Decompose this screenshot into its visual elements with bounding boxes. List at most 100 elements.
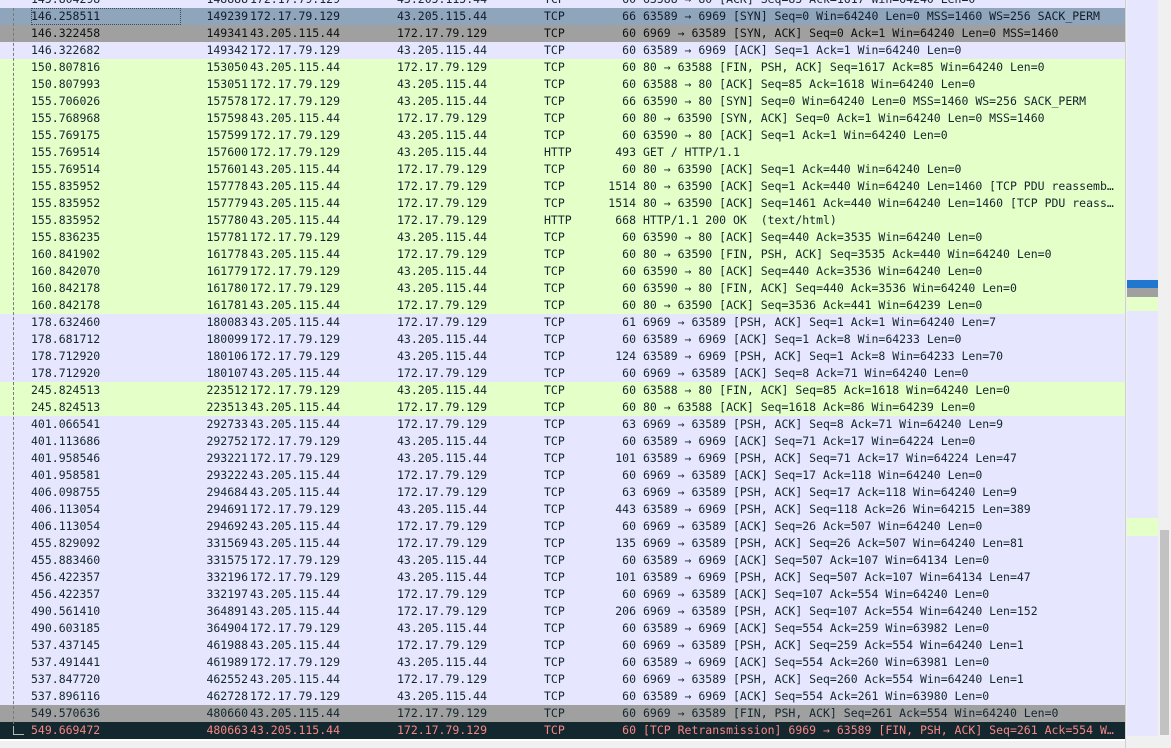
packet-row[interactable]: 155.835952 157778 43.205.115.44 172.17.79.1… [0, 178, 1125, 195]
packet-source: 43.205.115.44 [250, 485, 341, 499]
packet-row[interactable]: 160.842178 161781 43.205.115.44 172.17.79.1… [0, 297, 1125, 314]
packet-row[interactable]: 406.098755 294684 43.205.115.44 172.17.79.1… [0, 484, 1125, 501]
packet-row[interactable]: 155.706026 157578 172.17.79.129 43.205.115.… [0, 93, 1125, 110]
packet-row[interactable]: 401.958581 293222 43.205.115.44 172.17.79.1… [0, 467, 1125, 484]
packet-protocol: TCP [544, 570, 565, 584]
packet-source: 43.205.115.44 [250, 366, 341, 380]
packet-length: 60 [622, 298, 636, 312]
packet-row[interactable]: 178.681712 180099 172.17.79.129 43.205.115.… [0, 331, 1125, 348]
packet-row[interactable]: 160.841902 161778 43.205.115.44 172.17.79.1… [0, 246, 1125, 263]
packet-row[interactable]: 155.836235 157781 172.17.79.129 43.205.115.… [0, 229, 1125, 246]
packet-protocol: TCP [544, 689, 565, 703]
packet-row[interactable]: 455.883460 331575 172.17.79.129 43.205.115.… [0, 552, 1125, 569]
scrollbar-thumb[interactable] [1160, 530, 1169, 735]
packet-number: 180107 [206, 366, 248, 380]
packet-row[interactable]: 160.842178 161780 172.17.79.129 43.205.115.… [0, 280, 1125, 297]
packet-row[interactable]: 537.437145 461988 43.205.115.44 172.17.79.1… [0, 637, 1125, 654]
packet-row[interactable]: 245.824513 223512 172.17.79.129 43.205.115.… [0, 382, 1125, 399]
packet-row-selected[interactable]: 146.258511 149239 172.17.79.129 43.205.115.… [0, 8, 1125, 25]
packet-length: 60 [598, 0, 636, 8]
packet-row[interactable]: 490.603185 364904 172.17.79.129 43.205.115.… [0, 620, 1125, 637]
packet-number: 293221 [206, 451, 248, 465]
packet-row[interactable]: 155.835952 157780 43.205.115.44 172.17.79.1… [0, 212, 1125, 229]
packet-destination: 172.17.79.129 [397, 400, 488, 414]
packet-row[interactable]: 146.322682 149342 172.17.79.129 43.205.115.… [0, 42, 1125, 59]
packet-length: 60 [622, 519, 636, 533]
packet-info: 6969 → 63589 [PSH, ACK] Seq=1 Ack=1 Win=… [643, 315, 997, 329]
packet-row[interactable]: 401.066541 292733 43.205.115.44 172.17.79.1… [0, 416, 1125, 433]
packet-row[interactable]: 490.561410 364891 43.205.115.44 172.17.79.1… [0, 603, 1125, 620]
packet-info: 6969 → 63589 [PSH, ACK] Seq=17 Ack=118 W… [643, 485, 1017, 499]
packet-number: 461989 [206, 655, 248, 669]
packet-row[interactable]: 401.113686 292752 172.17.79.129 43.205.115.… [0, 433, 1125, 450]
packet-row[interactable]: 456.422357 332197 43.205.115.44 172.17.79.1… [0, 586, 1125, 603]
horizontal-scrollbar[interactable] [0, 741, 1125, 748]
packet-info: 80 → 63590 [ACK] Seq=1 Ack=440 Win=64240… [643, 162, 962, 176]
packet-time: 490.603185 [31, 621, 101, 635]
packet-protocol: HTTP [544, 145, 572, 159]
packet-row[interactable]: 178.712920 180106 172.17.79.129 43.205.115.… [0, 348, 1125, 365]
packet-row[interactable]: 406.113054 294692 43.205.115.44 172.17.79.1… [0, 518, 1125, 535]
minimap-segment [1127, 536, 1158, 736]
packet-number: 157578 [206, 94, 248, 108]
packet-row[interactable]: 245.824513 223513 43.205.115.44 172.17.79.1… [0, 399, 1125, 416]
packet-row[interactable]: 455.829092 331569 43.205.115.44 172.17.79.1… [0, 535, 1125, 552]
packet-time: 549.669472 [31, 723, 101, 737]
minimap-segment [1127, 280, 1158, 288]
packet-source: 172.17.79.129 [250, 451, 341, 465]
packet-length: 60 [622, 60, 636, 74]
packet-destination: 172.17.79.129 [397, 519, 488, 533]
packet-time: 150.807816 [31, 60, 101, 74]
packet-source: 43.205.115.44 [250, 400, 341, 414]
packet-row[interactable]: 155.768968 157598 43.205.115.44 172.17.79.1… [0, 110, 1125, 127]
packet-time: 155.769175 [31, 128, 101, 142]
packet-info: 63589 → 6969 [ACK] Seq=554 Ack=260 Win=6… [643, 655, 990, 669]
packet-number: 223512 [206, 383, 248, 397]
packet-row[interactable]: 155.769514 157600 172.17.79.129 43.205.115.… [0, 144, 1125, 161]
packet-row[interactable]: 178.712920 180107 43.205.115.44 172.17.79.1… [0, 365, 1125, 382]
packet-time: 178.632460 [31, 315, 101, 329]
packet-info: 63590 → 80 [SYN] Seq=0 Win=64240 Len=0 M… [643, 94, 1087, 108]
packet-number: 157778 [206, 179, 248, 193]
packet-source: 172.17.79.129 [250, 77, 341, 91]
packet-destination: 172.17.79.129 [397, 485, 488, 499]
packet-row[interactable]: 160.842070 161779 172.17.79.129 43.205.115.… [0, 263, 1125, 280]
packet-row[interactable]: 155.769514 157601 43.205.115.44 172.17.79.1… [0, 161, 1125, 178]
packet-info: 63590 → 80 [ACK] Seq=440 Ack=3535 Win=64… [643, 230, 983, 244]
packet-row[interactable]: 145.804298148888172.17.79.129 43.205.115.… [0, 0, 1125, 8]
packet-number: 364891 [206, 604, 248, 618]
packet-row[interactable]: 155.835952 157779 43.205.115.44 172.17.79.1… [0, 195, 1125, 212]
packet-row[interactable]: 549.669472 480663 43.205.115.44 172.17.79.1… [0, 722, 1125, 739]
packet-protocol: TCP [544, 417, 565, 431]
packet-length: 60 [622, 638, 636, 652]
packet-time: 455.883460 [31, 553, 101, 567]
packet-row[interactable]: 537.491441 461989 172.17.79.129 43.205.115.… [0, 654, 1125, 671]
packet-row[interactable]: 146.322458 149341 43.205.115.44 172.17.79.1… [0, 25, 1125, 42]
packet-row[interactable]: 456.422357 332196 172.17.79.129 43.205.115.… [0, 569, 1125, 586]
packet-destination: 43.205.115.44 [397, 621, 488, 635]
packet-row[interactable]: 150.807816 153050 43.205.115.44 172.17.79.1… [0, 59, 1125, 76]
packet-row[interactable]: 406.113054 294691 172.17.79.129 43.205.115.… [0, 501, 1125, 518]
packet-protocol: TCP [544, 128, 565, 142]
packet-protocol: TCP [544, 366, 565, 380]
packet-row[interactable]: 178.632460 180083 43.205.115.44 172.17.79.1… [0, 314, 1125, 331]
packet-row[interactable]: 537.896116 462728 172.17.79.129 43.205.115.… [0, 688, 1125, 705]
packet-number: 161779 [206, 264, 248, 278]
packet-destination: 172.17.79.129 [397, 213, 488, 227]
packet-number: 157780 [206, 213, 248, 227]
vertical-scrollbar[interactable] [1158, 0, 1171, 748]
packet-time: 146.322458 [31, 26, 101, 40]
packet-destination: 43.205.115.44 [397, 383, 488, 397]
packet-row[interactable]: 537.847720 462552 43.205.115.44 172.17.79.1… [0, 671, 1125, 688]
packet-length: 668 [615, 213, 636, 227]
packet-row[interactable]: 549.570636 480660 43.205.115.44 172.17.79.1… [0, 705, 1125, 722]
packet-row[interactable]: 150.807993 153051 172.17.79.129 43.205.115.… [0, 76, 1125, 93]
packet-row[interactable]: 155.769175 157599 172.17.79.129 43.205.115.… [0, 127, 1125, 144]
packet-row[interactable]: 401.958546 293221 172.17.79.129 43.205.115.… [0, 450, 1125, 467]
packet-list[interactable]: 145.804298148888172.17.79.12943.205.115.… [0, 0, 1125, 748]
packet-source: 43.205.115.44 [250, 315, 341, 329]
packet-protocol: TCP [544, 468, 565, 482]
packet-source: 172.17.79.129 [250, 553, 341, 567]
packet-number: 461988 [206, 638, 248, 652]
packet-info: 6969 → 63589 [SYN, ACK] Seq=0 Ack=1 Win=… [643, 26, 1059, 40]
